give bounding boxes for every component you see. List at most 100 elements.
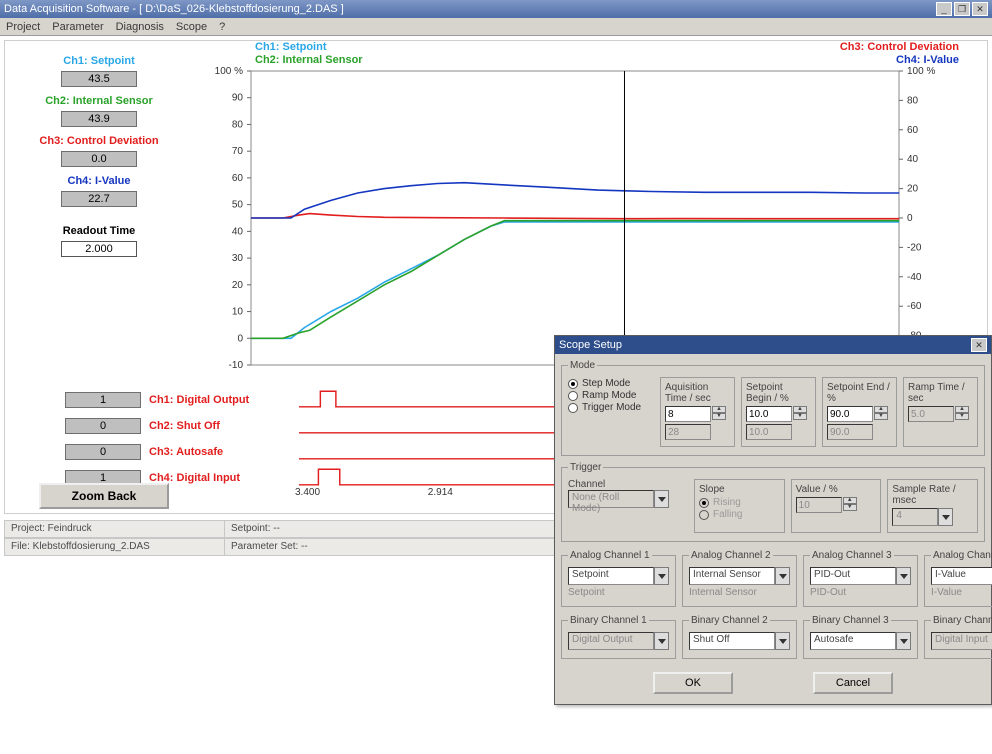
ch2-label: Ch2: Internal Sensor — [9, 95, 189, 107]
ramp-time-spin: ▲▼ — [955, 406, 969, 422]
trigger-value-input — [796, 497, 842, 513]
ch1-label: Ch1: Setpoint — [9, 55, 189, 67]
sp-end-spin[interactable]: ▲▼ — [874, 406, 888, 422]
digital-label: Ch3: Autosafe — [149, 446, 299, 458]
menu-help[interactable]: ? — [219, 21, 225, 33]
ac1-legend: Analog Channel 1 — [568, 550, 652, 561]
digital-value: 1 — [65, 392, 141, 408]
svg-text:20: 20 — [232, 280, 244, 291]
menu-project[interactable]: Project — [6, 21, 40, 33]
dialog-title: Scope Setup — [559, 339, 622, 351]
trigger-legend: Trigger — [568, 462, 603, 473]
svg-text:0: 0 — [907, 213, 913, 224]
acq-time-lower — [665, 424, 711, 440]
chevron-down-icon[interactable] — [654, 567, 669, 585]
trigger-channel-combo: None (Roll Mode) — [568, 490, 688, 508]
x-tick: 2.914 — [428, 487, 561, 507]
radio-step-mode[interactable]: Step Mode — [568, 378, 654, 389]
svg-text:-10: -10 — [229, 360, 244, 371]
svg-text:100 %: 100 % — [215, 66, 243, 77]
menu-scope[interactable]: Scope — [176, 21, 207, 33]
slope-label: Slope — [699, 484, 780, 495]
bc3-combo[interactable]: Autosafe — [810, 632, 911, 650]
ac4-combo[interactable]: I-Value — [931, 567, 992, 585]
menu-bar: Project Parameter Diagnosis Scope ? — [0, 18, 992, 36]
svg-text:100 %: 100 % — [907, 66, 935, 77]
radio-slope-falling: Falling — [699, 509, 780, 520]
chevron-down-icon[interactable] — [896, 567, 911, 585]
ramp-time-label: Ramp Time / sec — [908, 382, 973, 404]
radio-trigger-mode[interactable]: Trigger Mode — [568, 402, 654, 413]
trigger-value-label: Value / % — [796, 484, 877, 495]
close-button[interactable]: ✕ — [972, 2, 988, 16]
svg-text:10: 10 — [232, 307, 244, 318]
maximize-button[interactable]: ❐ — [954, 2, 970, 16]
zoom-back-button[interactable]: Zoom Back — [39, 483, 169, 509]
svg-text:40: 40 — [232, 226, 244, 237]
sp-begin-input[interactable] — [746, 406, 792, 422]
chevron-down-icon[interactable] — [775, 567, 790, 585]
acq-time-input[interactable] — [665, 406, 711, 422]
svg-text:90: 90 — [232, 93, 244, 104]
sp-end-lower — [827, 424, 873, 440]
bc2-combo[interactable]: Shut Off — [689, 632, 790, 650]
sample-rate-label: Sample Rate / msec — [892, 484, 973, 506]
minimize-button[interactable]: _ — [936, 2, 952, 16]
radio-ramp-mode[interactable]: Ramp Mode — [568, 390, 654, 401]
main-titlebar[interactable]: Data Acquisition Software - [ D:\DaS_026… — [0, 0, 992, 18]
svg-text:-40: -40 — [907, 272, 922, 283]
bc4-legend: Binary Channel 4 — [931, 615, 992, 626]
ch3-label: Ch3: Control Deviation — [9, 135, 189, 147]
ok-button[interactable]: OK — [653, 672, 733, 694]
svg-text:80: 80 — [907, 95, 919, 106]
scope-plot[interactable]: 100 %9080706050403020100-10100 %80604020… — [205, 65, 945, 375]
bc2-legend: Binary Channel 2 — [689, 615, 770, 626]
ac2-combo[interactable]: Internal Sensor — [689, 567, 790, 585]
trigger-groupbox: Trigger Channel None (Roll Mode) Slope R… — [561, 462, 985, 542]
svg-text:50: 50 — [232, 200, 244, 211]
bc1-legend: Binary Channel 1 — [568, 615, 649, 626]
sp-begin-spin[interactable]: ▲▼ — [793, 406, 807, 422]
ch3-value: 0.0 — [61, 151, 137, 167]
acq-time-label: Aquisition Time / sec — [665, 382, 730, 404]
scope-setup-dialog: Scope Setup ✕ Mode Step Mode Ramp Mode T… — [554, 335, 992, 705]
sp-begin-label: Setpoint Begin / % — [746, 382, 811, 404]
ac3-sublabel: PID-Out — [810, 587, 911, 598]
digital-label: Ch2: Shut Off — [149, 420, 299, 432]
status-file: File: Klebstoffdosierung_2.DAS — [5, 539, 225, 555]
ac1-combo[interactable]: Setpoint — [568, 567, 669, 585]
sp-begin-lower — [746, 424, 792, 440]
ac3-combo[interactable]: PID-Out — [810, 567, 911, 585]
dialog-close-button[interactable]: ✕ — [971, 338, 987, 352]
dialog-titlebar[interactable]: Scope Setup ✕ — [555, 336, 991, 354]
bc1-combo: Digital Output — [568, 632, 669, 650]
bc4-combo: Digital Input — [931, 632, 992, 650]
chevron-down-icon[interactable] — [896, 632, 911, 650]
chevron-down-icon[interactable] — [775, 632, 790, 650]
ch4-label: Ch4: I-Value — [9, 175, 189, 187]
acq-time-spin[interactable]: ▲▼ — [712, 406, 726, 422]
trigger-channel-label: Channel — [568, 479, 688, 490]
mode-groupbox: Mode Step Mode Ramp Mode Trigger Mode Aq… — [561, 360, 985, 456]
cancel-button[interactable]: Cancel — [813, 672, 893, 694]
svg-text:60: 60 — [232, 173, 244, 184]
ac1-sublabel: Setpoint — [568, 587, 669, 598]
digital-label: Ch4: Digital Input — [149, 472, 299, 484]
sp-end-input[interactable] — [827, 406, 873, 422]
svg-text:70: 70 — [232, 146, 244, 157]
ac2-legend: Analog Channel 2 — [689, 550, 773, 561]
channel-value-panel: Ch1: Setpoint 43.5 Ch2: Internal Sensor … — [9, 49, 189, 257]
menu-parameter[interactable]: Parameter — [52, 21, 103, 33]
x-tick: 3.400 — [295, 487, 428, 507]
trigger-value-spin: ▲▼ — [843, 497, 857, 513]
ch2-value: 43.9 — [61, 111, 137, 127]
radio-slope-rising: Rising — [699, 497, 780, 508]
ch1-value: 43.5 — [61, 71, 137, 87]
ac4-legend: Analog Channel 4 — [931, 550, 992, 561]
bc3-legend: Binary Channel 3 — [810, 615, 891, 626]
ac2-sublabel: Internal Sensor — [689, 587, 790, 598]
digital-label: Ch1: Digital Output — [149, 394, 299, 406]
ch4-value: 22.7 — [61, 191, 137, 207]
menu-diagnosis[interactable]: Diagnosis — [116, 21, 164, 33]
window-title: Data Acquisition Software - [ D:\DaS_026… — [4, 3, 344, 15]
